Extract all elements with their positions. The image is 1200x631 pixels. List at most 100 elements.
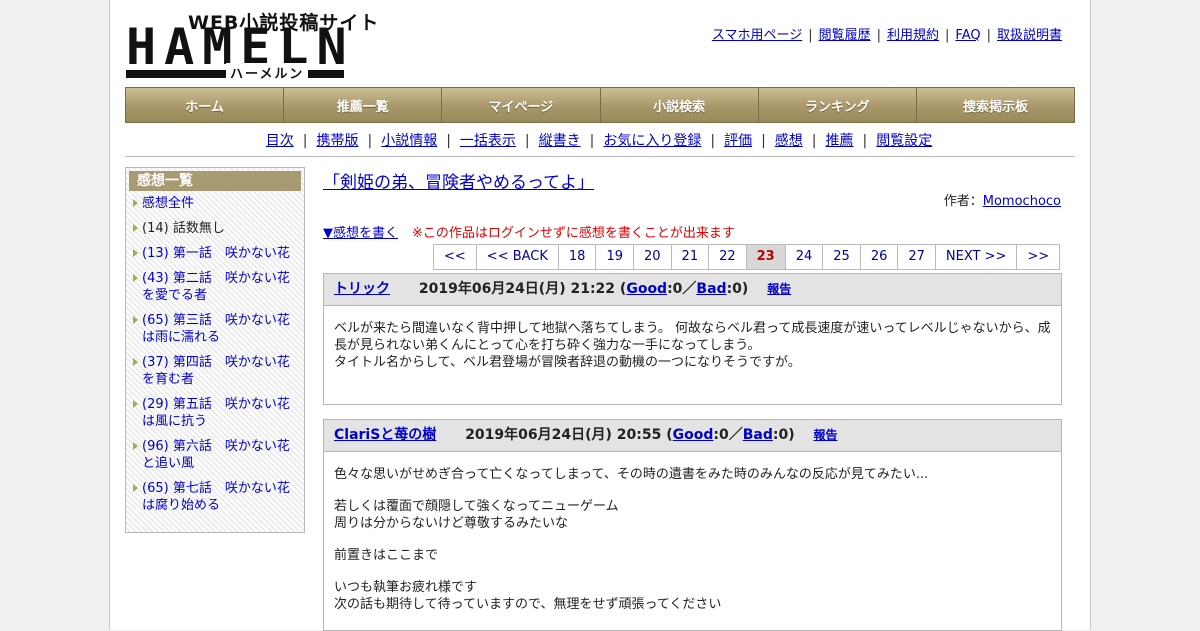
subnav-rating[interactable]: 評価 xyxy=(724,133,752,149)
review-date: 2019年06月24日(月) 21:22 xyxy=(418,281,616,297)
separator: | xyxy=(945,28,950,43)
author-line: 作者：Momochoco xyxy=(944,190,1061,209)
triangle-bullet-icon xyxy=(133,249,138,257)
sidebar-item[interactable]: (65) 第三話 咲かない花は雨に濡れる xyxy=(130,312,300,346)
pager-page[interactable]: 20 xyxy=(634,245,672,269)
review-body: ベルが来たら間違いなく背中押して地獄へ落ちてしまう。 何故ならベル君って成長速度… xyxy=(324,306,1061,371)
bad-vote-link[interactable]: Bad xyxy=(696,281,726,297)
sidebar-item-label[interactable]: (13) 第一話 咲かない花 xyxy=(142,246,290,261)
bad-count: :0 xyxy=(726,281,742,297)
subnav-favorite[interactable]: お気に入り登録 xyxy=(603,133,701,149)
sidebar-item[interactable]: (65) 第七話 咲かない花は腐り始める xyxy=(130,480,300,514)
reviewer-name-link[interactable]: ClariSと苺の樹 xyxy=(334,427,436,443)
pager-back[interactable]: << BACK xyxy=(477,245,559,269)
nav-novel-search[interactable]: 小説検索 xyxy=(601,88,759,122)
header-link-history[interactable]: 閲覧履歴 xyxy=(819,28,871,43)
subnav-novel-info[interactable]: 小説情報 xyxy=(381,133,437,149)
pager-page[interactable]: 25 xyxy=(823,245,861,269)
pager-page[interactable]: 24 xyxy=(786,245,824,269)
report-link[interactable]: 報告 xyxy=(814,428,838,442)
review-date: 2019年06月24日(月) 20:55 xyxy=(465,427,662,443)
author-link[interactable]: Momochoco xyxy=(983,194,1061,209)
triangle-bullet-icon xyxy=(133,199,138,207)
sidebar-title: 感想一覧 xyxy=(129,171,301,191)
pager-last[interactable]: >> xyxy=(1017,245,1061,269)
sidebar-item-label[interactable]: (65) 第七話 咲かない花は腐り始める xyxy=(142,481,290,513)
reviewer-name-link[interactable]: トリック xyxy=(334,281,390,297)
nav-mypage[interactable]: マイページ xyxy=(442,88,601,122)
vote-close-paren: ) xyxy=(741,281,749,297)
nav-recommend-list[interactable]: 推薦一覧 xyxy=(284,88,443,122)
bad-vote-link[interactable]: Bad xyxy=(743,427,773,443)
pager-first[interactable]: << xyxy=(434,245,477,269)
good-vote-link[interactable]: Good xyxy=(673,427,714,443)
separator: | xyxy=(446,133,451,149)
header-link-manual[interactable]: 取扱説明書 xyxy=(997,28,1062,43)
pager-page[interactable]: 22 xyxy=(709,245,747,269)
author-label: 作者： xyxy=(943,194,983,209)
review-paragraph: ベルが来たら間違いなく背中押して地獄へ落ちてしまう。 何故ならベル君って成長速度… xyxy=(334,321,1051,370)
subnav-reviews[interactable]: 感想 xyxy=(775,133,803,149)
header-link-smartphone[interactable]: スマホ用ページ xyxy=(712,28,802,43)
sidebar-item-label[interactable]: 感想全件 xyxy=(142,196,194,211)
subnav-vertical[interactable]: 縦書き xyxy=(539,133,581,149)
page-container: WEB小説投稿サイト HAMELN ハーメルン スマホ用ページ | 閲覧履歴 | 利用規… xyxy=(109,0,1091,631)
sidebar-item[interactable]: (37) 第四話 咲かない花を育む者 xyxy=(130,354,300,388)
subnav-toc[interactable]: 目次 xyxy=(266,133,294,149)
sidebar-item-label[interactable]: (37) 第四話 咲かない花を育む者 xyxy=(142,355,290,387)
good-count: :0 xyxy=(667,281,683,297)
pager-page[interactable]: 21 xyxy=(672,245,710,269)
nav-search-board[interactable]: 捜索掲示板 xyxy=(917,88,1074,122)
review-paragraph: 若しくは覆面で顔隠して強くなってニューゲーム 周りは分からないけど尊敬するみたい… xyxy=(334,499,619,531)
report-link[interactable]: 報告 xyxy=(767,282,791,296)
separator: | xyxy=(761,133,766,149)
header-link-terms[interactable]: 利用規約 xyxy=(887,28,939,43)
review-body: 色々な思いがせめぎ合って亡くなってしまって、その時の遺書をみた時のみんなの反応が… xyxy=(324,452,1061,613)
nav-ranking[interactable]: ランキング xyxy=(759,88,917,122)
pager-page[interactable]: 27 xyxy=(898,245,936,269)
sidebar-item-label[interactable]: (96) 第六話 咲かない花と追い風 xyxy=(142,439,290,471)
header-link-faq[interactable]: FAQ xyxy=(955,28,980,43)
pager-current-page: 23 xyxy=(746,245,786,269)
review-paragraph: 色々な思いがせめぎ合って亡くなってしまって、その時の遺書をみた時のみんなの反応が… xyxy=(334,467,929,482)
subnav-view-settings[interactable]: 閲覧設定 xyxy=(876,133,932,149)
good-count: :0 xyxy=(713,427,729,443)
separator: | xyxy=(986,28,991,43)
sidebar-item-label[interactable]: (43) 第二話 咲かない花を愛でる者 xyxy=(142,271,290,303)
main-nav: ホーム 推薦一覧 マイページ 小説検索 ランキング 捜索掲示板 xyxy=(125,87,1075,123)
header-links: スマホ用ページ | 閲覧履歴 | 利用規約 | FAQ | 取扱説明書 xyxy=(712,24,1062,43)
review-header: トリック 2019年06月24日(月) 21:22 (Good:0／Bad:0)… xyxy=(324,274,1061,306)
good-vote-link[interactable]: Good xyxy=(626,281,667,297)
pager-page[interactable]: 18 xyxy=(559,245,597,269)
sidebar-item[interactable]: 感想全件 xyxy=(130,195,300,212)
nav-home[interactable]: ホーム xyxy=(126,88,285,122)
review-card: ClariSと苺の樹 2019年06月24日(月) 20:55 (Good:0／… xyxy=(323,419,1062,631)
pager-page[interactable]: 26 xyxy=(861,245,899,269)
site-logo[interactable]: WEB小説投稿サイト HAMELN ハーメルン xyxy=(126,8,378,82)
sidebar-item-label[interactable]: (29) 第五話 咲かない花は風に抗う xyxy=(142,397,290,429)
triangle-bullet-icon xyxy=(133,442,138,450)
novel-title-link[interactable]: 「剣姫の弟、冒険者やめるってよ」 xyxy=(323,168,594,193)
separator: | xyxy=(710,133,716,149)
pager-next[interactable]: NEXT >> xyxy=(936,245,1018,269)
sidebar-item-label[interactable]: (65) 第三話 咲かない花は雨に濡れる xyxy=(142,313,290,345)
sidebar-item[interactable]: (43) 第二話 咲かない花を愛でる者 xyxy=(130,270,300,304)
vote-slash: ／ xyxy=(682,281,697,297)
triangle-bullet-icon xyxy=(133,400,138,408)
review-header: ClariSと苺の樹 2019年06月24日(月) 20:55 (Good:0／… xyxy=(324,420,1061,452)
sidebar-item[interactable]: (96) 第六話 咲かない花と追い風 xyxy=(130,438,300,472)
subnav-recommend[interactable]: 推薦 xyxy=(826,133,854,149)
triangle-bullet-icon xyxy=(133,224,138,232)
triangle-bullet-icon xyxy=(133,358,138,366)
pager-page[interactable]: 19 xyxy=(596,245,634,269)
sidebar-item[interactable]: (13) 第一話 咲かない花 xyxy=(130,245,300,262)
write-review-link[interactable]: ▼感想を書く xyxy=(323,226,398,241)
sidebar-review-list: 感想一覧 感想全件 (14) 話数無し (13) 第一話 咲かない花 (43) … xyxy=(125,167,305,533)
sidebar-item[interactable]: (29) 第五話 咲かない花は風に抗う xyxy=(130,396,300,430)
triangle-bullet-icon xyxy=(133,274,138,282)
subnav-show-all[interactable]: 一括表示 xyxy=(460,133,516,149)
write-review-row: ▼感想を書く ※この作品はログインせずに感想を書くことが出来ます xyxy=(323,222,735,241)
novel-sub-nav: 目次 | 携帯版 | 小説情報 | 一括表示 | 縦書き | お気に入り登録 | 評価 | 感想 | 推薦 | 閲覧… xyxy=(125,130,1073,150)
subnav-mobile[interactable]: 携帯版 xyxy=(316,133,358,149)
review-paragraph: 前置きはここまで xyxy=(334,548,439,563)
